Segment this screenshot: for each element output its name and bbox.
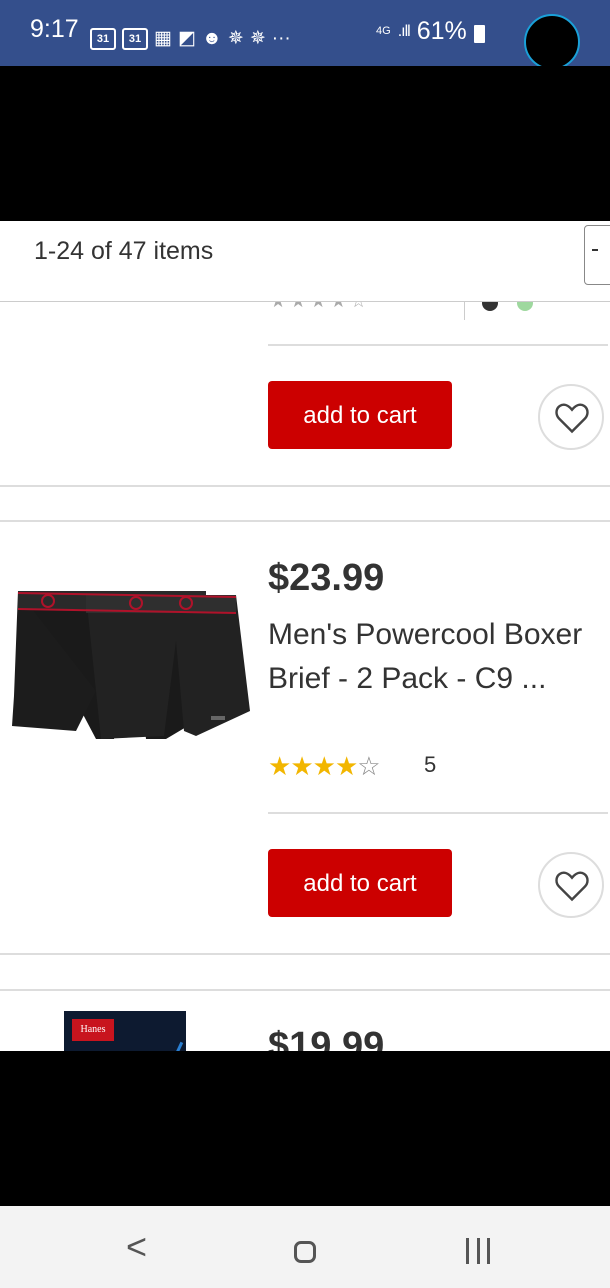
front-camera-icon	[524, 14, 580, 70]
sort-filter-button[interactable]	[584, 225, 610, 285]
favorite-button[interactable]	[538, 384, 604, 450]
status-time: 9:17	[30, 15, 79, 43]
divider	[0, 485, 610, 487]
brand-logo: Hanes	[72, 1019, 114, 1041]
product-price: $23.99	[268, 557, 385, 599]
photo-share-icon: ◩	[177, 28, 196, 49]
status-bar: 9:17 31 31 ▦ ◩ ☻ ✵ ✵ ··· 4G .ıll 61%	[0, 0, 610, 70]
redacted-header	[0, 66, 610, 221]
star-rating: ★★★★☆	[268, 751, 381, 782]
divider	[0, 989, 610, 991]
product-list: 1-24 of 47 items ★★★★☆ add to cart $23.9…	[0, 221, 610, 1051]
calendar-icon: 31	[122, 28, 148, 50]
reddit-icon: ☻	[201, 28, 222, 49]
calendar-icon: 31	[90, 28, 116, 50]
home-icon[interactable]	[294, 1241, 316, 1263]
heart-icon	[555, 403, 589, 434]
divider	[268, 344, 608, 346]
system-indicators: 4G .ıll 61%	[376, 17, 485, 46]
heart-icon	[555, 871, 589, 902]
boxer-brief-image	[12, 591, 250, 739]
data-indicator-icon: 4G	[376, 25, 391, 37]
battery-percent: 61%	[416, 17, 467, 45]
star-icon: ★	[312, 751, 336, 781]
divider	[268, 812, 608, 814]
favorite-button[interactable]	[538, 852, 604, 918]
review-count: 5	[424, 752, 437, 777]
product-image[interactable]	[6, 591, 256, 741]
star-icon: ★	[334, 751, 358, 781]
battery-icon	[473, 24, 485, 43]
add-to-cart-button[interactable]: add to cart	[268, 849, 452, 917]
dash-icon	[592, 249, 598, 251]
product-title[interactable]: Men's Powercool Boxer Brief - 2 Pack - C…	[268, 613, 603, 701]
recents-icon[interactable]	[466, 1238, 490, 1264]
navigation-bar: <	[0, 1206, 610, 1288]
results-header: 1-24 of 47 items	[0, 221, 610, 302]
add-to-cart-button[interactable]: add to cart	[268, 381, 452, 449]
decorative-stripe	[167, 1041, 184, 1051]
signal-icon: .ıll	[397, 22, 411, 40]
item-count: 1-24 of 47 items	[34, 237, 214, 265]
divider	[0, 520, 610, 522]
pinwheel-icon: ✵	[249, 28, 266, 49]
notification-icons: 31 31 ▦ ◩ ☻ ✵ ✵ ···	[90, 28, 291, 50]
back-icon[interactable]: <	[126, 1226, 147, 1268]
product-image[interactable]: Hanes	[64, 1011, 186, 1051]
star-icon: ★	[268, 751, 291, 781]
star-icon: ★	[290, 751, 313, 781]
divider	[0, 953, 610, 955]
product-price: $19.99	[268, 1025, 385, 1051]
pinwheel-icon: ✵	[227, 28, 244, 49]
keyboard-icon: ▦	[154, 28, 172, 49]
star-empty-icon: ☆	[357, 751, 380, 781]
more-notifications-icon: ···	[271, 28, 291, 49]
